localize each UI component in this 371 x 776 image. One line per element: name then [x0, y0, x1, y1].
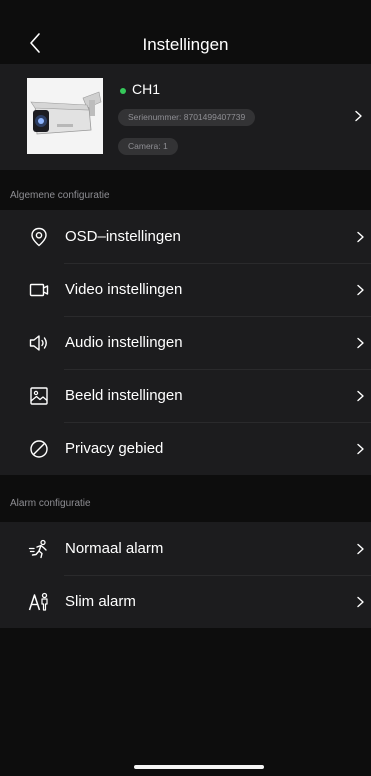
list-item-label: Audio instellingen [65, 334, 183, 351]
speaker-icon [29, 335, 47, 351]
device-card[interactable]: CH1 Serienummer: 8701499407739 Camera: 1 [0, 64, 371, 170]
list-item-label: Video instellingen [65, 281, 183, 298]
serial-number-badge: Serienummer: 8701499407739 [118, 109, 256, 126]
section-label: Alarm configuratie [10, 498, 91, 509]
image-icon [30, 387, 48, 405]
list-item-label: OSD–instellingen [65, 228, 181, 245]
list-item-image-settings[interactable]: Beeld instellingen [0, 369, 371, 422]
list-item-video-settings[interactable]: Video instellingen [0, 263, 371, 316]
camera-number-badge: Camera: 1 [118, 138, 178, 155]
chevron-right-icon [357, 390, 364, 402]
smart-person-icon [28, 592, 48, 611]
list-item-label: Privacy gebied [65, 440, 164, 457]
general-settings-list: OSD–instellingen Video instellingen Audi… [0, 210, 371, 475]
list-item-label: Slim alarm [65, 593, 136, 610]
chevron-right-icon [357, 596, 364, 608]
list-item-normal-alarm[interactable]: Normaal alarm [0, 522, 371, 575]
location-pin-icon [31, 227, 47, 247]
list-item-label: Beeld instellingen [65, 387, 183, 404]
chevron-right-icon [355, 110, 362, 122]
device-name: CH1 [132, 81, 161, 97]
chevron-right-icon [357, 543, 364, 555]
list-item-label: Normaal alarm [65, 540, 164, 557]
page-title: Instellingen [142, 35, 229, 54]
list-item-audio-settings[interactable]: Audio instellingen [0, 316, 371, 369]
video-camera-icon [29, 283, 49, 297]
list-item-privacy-area[interactable]: Privacy gebied [0, 422, 371, 475]
alarm-settings-list: Normaal alarm Slim alarm [0, 522, 371, 628]
section-header-general: Algemene configuratie [0, 170, 371, 210]
camera-thumbnail [27, 78, 103, 154]
chevron-right-icon [357, 337, 364, 349]
prohibited-icon [30, 440, 48, 458]
running-person-icon [28, 539, 47, 559]
nav-header: Instellingen [0, 0, 371, 64]
section-header-alarm: Alarm configuratie [0, 478, 371, 518]
list-item-smart-alarm[interactable]: Slim alarm [0, 575, 371, 628]
list-item-osd-settings[interactable]: OSD–instellingen [0, 210, 371, 263]
bullet-camera-icon [27, 78, 103, 154]
section-label: Algemene configuratie [10, 190, 110, 201]
chevron-right-icon [357, 443, 364, 455]
online-status-dot [120, 88, 126, 94]
chevron-right-icon [357, 284, 364, 296]
chevron-right-icon [357, 231, 364, 243]
home-indicator[interactable] [134, 765, 264, 769]
